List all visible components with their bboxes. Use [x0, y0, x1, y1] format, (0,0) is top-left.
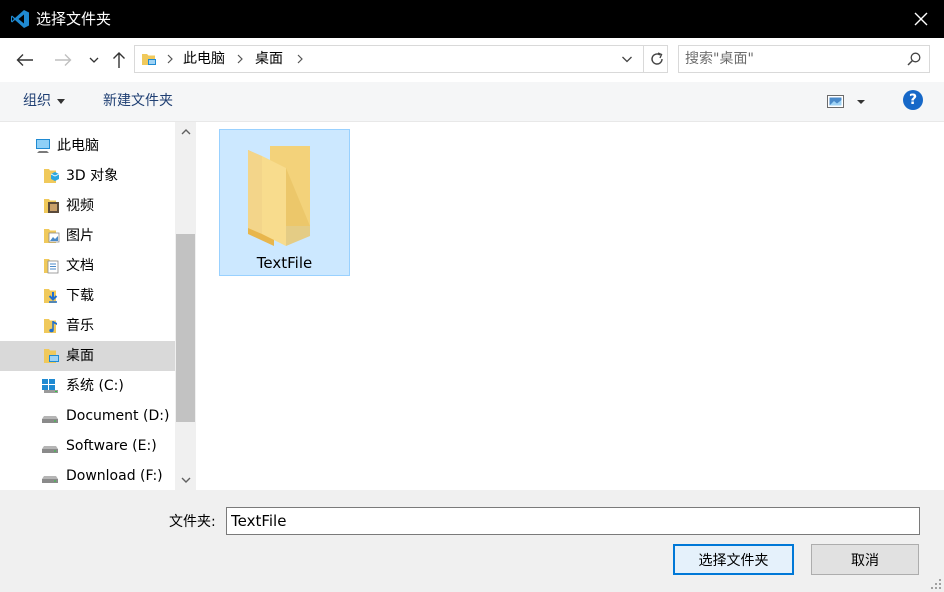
sidebar-item-drive-e[interactable]: Software (E:) — [0, 431, 175, 461]
sidebar-item-label: Software (E:) — [66, 438, 157, 454]
arrow-right-icon — [55, 54, 72, 66]
close-button[interactable] — [898, 0, 944, 38]
search-icon — [907, 52, 921, 66]
pictures-icon — [44, 229, 60, 243]
chevron-down-icon — [181, 477, 190, 483]
breadcrumb-this-pc[interactable]: 此电脑 — [183, 50, 225, 68]
breadcrumb-separator[interactable] — [165, 51, 175, 67]
sidebar-item-label: 桌面 — [66, 348, 94, 364]
3d-objects-icon — [44, 169, 60, 183]
breadcrumb-separator[interactable] — [295, 51, 305, 67]
windows-drive-icon — [42, 379, 58, 393]
sidebar-item-label: Download (F:) — [66, 468, 163, 484]
sidebar-item-label: 图片 — [66, 228, 94, 244]
search-input[interactable] — [685, 49, 895, 69]
command-bar: 组织 新建文件夹 — [0, 82, 944, 122]
view-options-button[interactable] — [826, 93, 866, 111]
chevron-right-icon — [237, 54, 243, 64]
sidebar-item-label: 系统 (C:) — [66, 378, 124, 394]
music-icon — [44, 319, 57, 333]
new-folder-button[interactable]: 新建文件夹 — [103, 92, 173, 110]
chevron-right-icon — [167, 54, 173, 64]
sidebar-item-desktop[interactable]: 桌面 — [0, 341, 175, 371]
sidebar-scrollbar[interactable] — [175, 122, 196, 490]
videos-icon — [44, 199, 59, 213]
downloads-icon — [44, 289, 58, 303]
caret-down-icon — [57, 98, 65, 104]
folder-item[interactable]: TextFile — [219, 129, 350, 276]
sidebar-item-label: 文档 — [66, 258, 94, 274]
documents-icon — [44, 259, 59, 274]
chevron-right-icon — [297, 54, 303, 64]
navigation-pane: 此电脑 3D 对象 视频 图片 文档 下载 音乐 桌面 系统 (C:) Docu… — [0, 122, 196, 490]
drive-icon — [42, 416, 58, 423]
sidebar-item-label: 视频 — [66, 198, 94, 214]
organize-menu[interactable]: 组织 — [23, 92, 65, 110]
organize-label: 组织 — [23, 93, 51, 109]
file-list[interactable]: TextFile — [196, 122, 944, 490]
breadcrumb-separator[interactable] — [235, 51, 245, 67]
sidebar-item-drive-d[interactable]: Document (D:) — [0, 401, 175, 431]
chevron-down-icon — [89, 57, 99, 63]
scroll-up-button[interactable] — [175, 122, 196, 142]
refresh-icon — [650, 52, 663, 65]
sidebar-item-pictures[interactable]: 图片 — [0, 221, 175, 251]
sidebar-item-drive-c[interactable]: 系统 (C:) — [0, 371, 175, 401]
scroll-thumb[interactable] — [176, 234, 195, 422]
arrow-left-icon — [16, 54, 33, 66]
drive-icon — [42, 446, 58, 453]
sidebar-item-downloads[interactable]: 下载 — [0, 281, 175, 311]
sidebar-item-3d-objects[interactable]: 3D 对象 — [0, 161, 175, 191]
dialog-footer: 文件夹: 选择文件夹 取消 — [0, 490, 944, 592]
up-button[interactable] — [109, 48, 129, 72]
search-box[interactable] — [678, 45, 930, 73]
desktop-icon — [44, 349, 59, 363]
folder-field-label: 文件夹: — [169, 514, 216, 530]
sidebar-item-videos[interactable]: 视频 — [0, 191, 175, 221]
refresh-button[interactable] — [643, 46, 669, 72]
sidebar-item-drive-f[interactable]: Download (F:) — [0, 461, 175, 490]
view-icon — [827, 95, 865, 108]
sidebar-item-label: 下载 — [66, 288, 94, 304]
sidebar-item-music[interactable]: 音乐 — [0, 311, 175, 341]
computer-icon — [36, 139, 50, 153]
folder-icon — [248, 146, 310, 246]
cancel-button[interactable]: 取消 — [811, 544, 919, 575]
scroll-down-button[interactable] — [175, 470, 196, 490]
sidebar-item-documents[interactable]: 文档 — [0, 251, 175, 281]
help-button[interactable]: ? — [903, 90, 923, 110]
forward-button[interactable] — [52, 48, 74, 72]
close-icon — [914, 12, 928, 26]
select-folder-button[interactable]: 选择文件夹 — [673, 544, 794, 575]
window-title: 选择文件夹 — [36, 10, 112, 28]
recent-locations-button[interactable] — [86, 48, 102, 72]
title-bar: 选择文件夹 — [0, 0, 944, 38]
chevron-up-icon — [181, 129, 190, 135]
sidebar-item-this-pc[interactable]: 此电脑 — [0, 131, 175, 161]
address-history-dropdown[interactable] — [621, 52, 635, 66]
breadcrumb-desktop[interactable]: 桌面 — [255, 50, 283, 68]
address-bar[interactable]: 此电脑 桌面 — [134, 45, 668, 73]
arrow-up-icon — [113, 52, 125, 68]
folder-name: TextFile — [256, 254, 313, 272]
vscode-icon — [11, 10, 29, 28]
chevron-down-icon — [622, 56, 632, 63]
drive-icon — [42, 476, 58, 483]
desktop-folder-icon — [142, 54, 156, 65]
back-button[interactable] — [14, 48, 36, 72]
sidebar-item-label: 此电脑 — [57, 138, 99, 154]
sidebar-item-label: 3D 对象 — [66, 168, 119, 184]
sidebar-item-label: 音乐 — [66, 318, 94, 334]
sidebar-item-label: Document (D:) — [66, 408, 170, 424]
resize-grip-icon[interactable] — [930, 578, 942, 590]
folder-name-input[interactable] — [226, 507, 920, 535]
